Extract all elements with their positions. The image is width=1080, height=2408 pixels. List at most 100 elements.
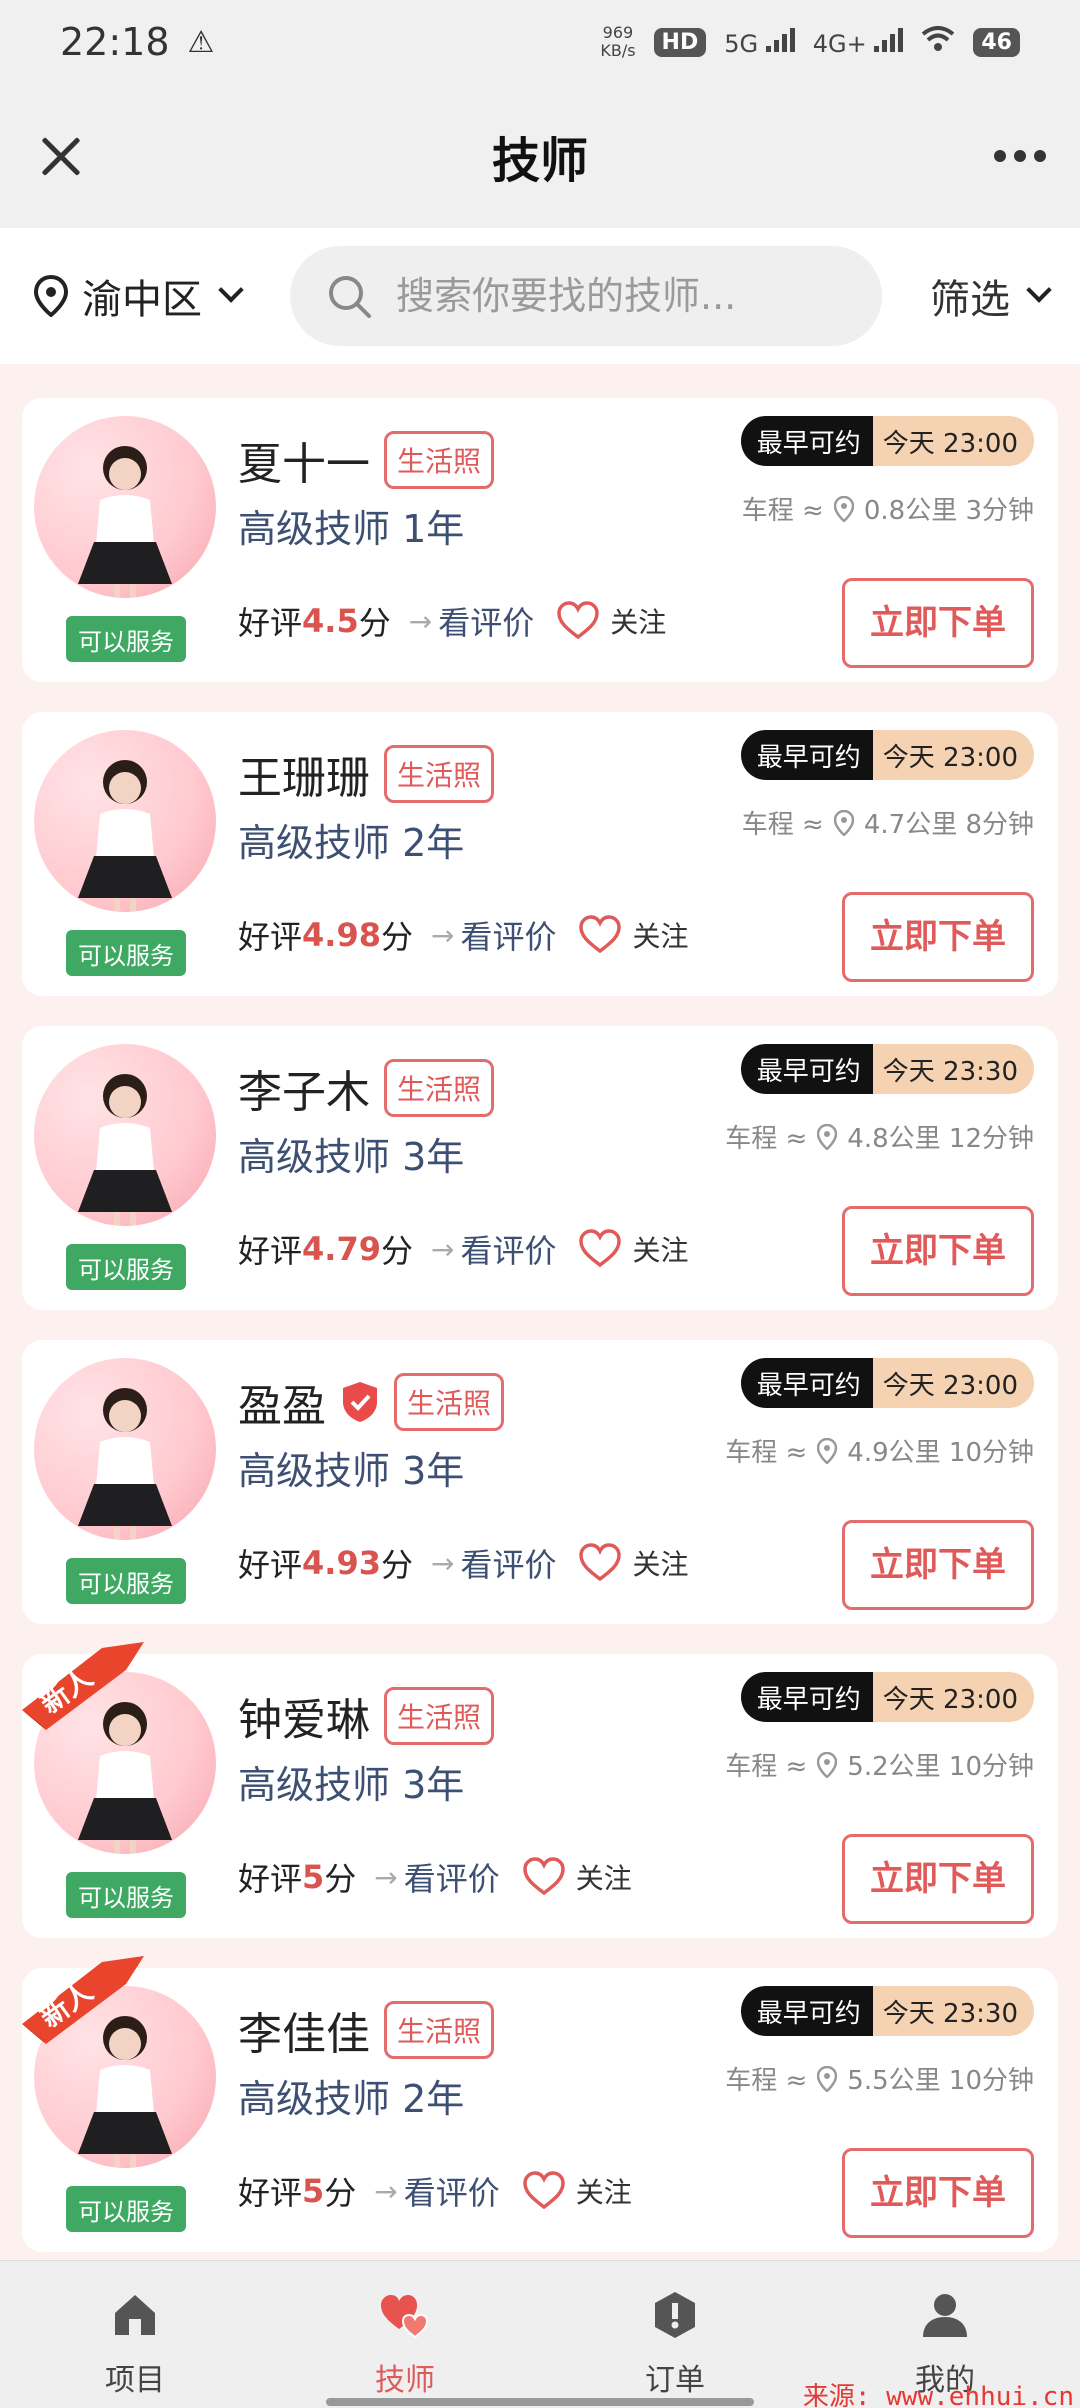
follow-label: 关注 (575, 2176, 632, 2209)
order-now-button[interactable]: 立即下单 (842, 2148, 1034, 2238)
distance-info: 车程 ≈ 4.7公里 8分钟 (742, 804, 1034, 841)
stats-row: 好评 4.5 分 → 看评价 关注 (238, 598, 666, 644)
earliest-available: 最早可约 今天 23:00 (740, 1358, 1034, 1408)
view-reviews-link[interactable]: 看评价 (460, 1540, 556, 1586)
earliest-available-label: 最早可约 (740, 416, 873, 466)
technician-card[interactable]: 可以服务 盈盈 生活照 高级技师 3年 好评 4.93 分 → 看评价 关注 最… (22, 1340, 1058, 1624)
technician-card[interactable]: 可以服务 王珊珊 生活照 高级技师 2年 好评 4.98 分 → 看评价 关注 … (22, 712, 1058, 996)
close-icon[interactable] (36, 131, 86, 181)
earliest-available: 最早可约 今天 23:00 (740, 416, 1034, 466)
follow-button[interactable]: 关注 (578, 1543, 688, 1583)
tab-label: 项目 (105, 2363, 165, 2398)
arrow-right-icon: → (408, 604, 433, 638)
distance-info: 车程 ≈ 4.9公里 10分钟 (725, 1432, 1034, 1469)
distance-prefix: 车程 ≈ (741, 496, 824, 526)
life-photo-tag[interactable]: 生活照 (384, 745, 495, 803)
technician-card[interactable]: 可以服务 钟爱琳 生活照 高级技师 3年 好评 5 分 → 看评价 关注 最早可… (22, 1642, 1058, 1938)
location-pin-icon (34, 275, 68, 317)
order-now-button[interactable]: 立即下单 (842, 892, 1034, 982)
net-speed: 969 KB/s (600, 23, 636, 60)
earliest-available-time: 今天 23:00 (872, 730, 1034, 780)
technician-name: 王珊珊 (238, 753, 370, 804)
technician-avatar[interactable] (34, 416, 216, 598)
tab-technicians[interactable]: 技师 (270, 2261, 540, 2408)
follow-button[interactable]: 关注 (522, 1857, 632, 1897)
distance-info: 车程 ≈ 4.8公里 12分钟 (725, 1118, 1034, 1155)
technician-card[interactable]: 可以服务 李佳佳 生活照 高级技师 2年 好评 5 分 → 看评价 关注 最早可… (22, 1956, 1058, 2252)
page-title: 技师 (491, 133, 588, 189)
view-reviews-link[interactable]: 看评价 (404, 2168, 500, 2214)
technician-level: 高级技师 2年 (238, 821, 465, 865)
location-pin-icon (833, 495, 854, 522)
filter-button[interactable]: 筛选 (930, 267, 1052, 325)
earliest-available-label: 最早可约 (740, 730, 873, 780)
stats-row: 好评 5 分 → 看评价 关注 (238, 2168, 632, 2214)
follow-button[interactable]: 关注 (578, 915, 688, 955)
order-now-button[interactable]: 立即下单 (842, 1834, 1034, 1924)
technician-avatar[interactable] (34, 730, 216, 912)
view-reviews-link[interactable]: 看评价 (460, 912, 556, 958)
arrow-right-icon: → (430, 1546, 455, 1580)
service-status-badge: 可以服务 (66, 930, 186, 976)
rating-prefix: 好评 (238, 918, 303, 956)
view-reviews-link[interactable]: 看评价 (404, 1854, 500, 1900)
distance-prefix: 车程 ≈ (725, 2066, 808, 2096)
location-selector[interactable]: 渝中区 (34, 267, 244, 325)
technician-name: 李子木 (238, 1067, 370, 1118)
search-input[interactable] (396, 274, 816, 318)
earliest-available-label: 最早可约 (740, 1358, 873, 1408)
arrow-right-icon: → (430, 1232, 455, 1266)
filter-label: 筛选 (930, 277, 1010, 323)
arrow-right-icon: → (430, 918, 455, 952)
tab-orders[interactable]: 订单 (540, 2261, 810, 2408)
life-photo-tag[interactable]: 生活照 (384, 431, 495, 489)
follow-button[interactable]: 关注 (522, 2171, 632, 2211)
home-indicator[interactable] (326, 2398, 754, 2406)
technician-card[interactable]: 可以服务 夏十一 生活照 高级技师 1年 好评 4.5 分 → 看评价 关注 最… (22, 398, 1058, 682)
name-row: 钟爱琳 生活照 (238, 1684, 495, 1748)
new-badge: 新人 (22, 1956, 144, 2044)
order-now-button[interactable]: 立即下单 (842, 1520, 1034, 1610)
search-box[interactable] (290, 246, 882, 346)
order-now-button[interactable]: 立即下单 (842, 1206, 1034, 1296)
technician-list[interactable]: 可以服务 夏十一 生活照 高级技师 1年 好评 4.5 分 → 看评价 关注 最… (0, 364, 1080, 2260)
search-icon (329, 276, 371, 318)
battery-icon: 46 (973, 27, 1020, 57)
name-row: 夏十一 生活照 (238, 428, 495, 492)
view-reviews-link[interactable]: 看评价 (460, 1226, 556, 1272)
more-icon[interactable] (994, 150, 1046, 162)
technician-avatar[interactable] (34, 1358, 216, 1540)
distance-prefix: 车程 ≈ (725, 1438, 808, 1468)
earliest-available-label: 最早可约 (740, 1672, 873, 1722)
view-reviews-link[interactable]: 看评价 (438, 598, 534, 644)
life-photo-tag[interactable]: 生活照 (384, 2001, 495, 2059)
life-photo-tag[interactable]: 生活照 (394, 1373, 505, 1431)
distance-prefix: 车程 ≈ (741, 810, 824, 840)
chevron-down-icon (1026, 277, 1052, 303)
life-photo-tag[interactable]: 生活照 (384, 1687, 495, 1745)
follow-button[interactable]: 关注 (556, 601, 666, 641)
earliest-available-time: 今天 23:00 (872, 416, 1034, 466)
status-bar: 22:18 ⚠ 969 KB/s HD 5G 4G+ 46 (0, 0, 1080, 84)
app-header: 技师 (0, 84, 1080, 228)
order-now-button[interactable]: 立即下单 (842, 578, 1034, 668)
technician-card[interactable]: 可以服务 李子木 生活照 高级技师 3年 好评 4.79 分 → 看评价 关注 … (22, 1026, 1058, 1310)
technician-level: 高级技师 2年 (238, 2077, 465, 2121)
location-pin-icon (833, 809, 854, 836)
follow-button[interactable]: 关注 (578, 1229, 688, 1269)
location-pin-icon (817, 1437, 838, 1464)
distance-value: 4.8公里 12分钟 (847, 1124, 1034, 1154)
distance-value: 4.9公里 10分钟 (847, 1438, 1034, 1468)
rating-value: 5 (302, 2172, 325, 2210)
life-photo-tag[interactable]: 生活照 (384, 1059, 495, 1117)
tab-label: 订单 (645, 2363, 705, 2398)
location-pin-icon (817, 2065, 838, 2092)
tab-projects[interactable]: 项目 (0, 2261, 270, 2408)
distance-value: 0.8公里 3分钟 (863, 496, 1034, 526)
distance-prefix: 车程 ≈ (725, 1124, 808, 1154)
tab-label: 技师 (375, 2363, 435, 2398)
rating-suffix: 分 (380, 1546, 413, 1584)
technician-level: 高级技师 3年 (238, 1449, 465, 1493)
arrow-right-icon: → (374, 1860, 398, 1894)
technician-avatar[interactable] (34, 1044, 216, 1226)
